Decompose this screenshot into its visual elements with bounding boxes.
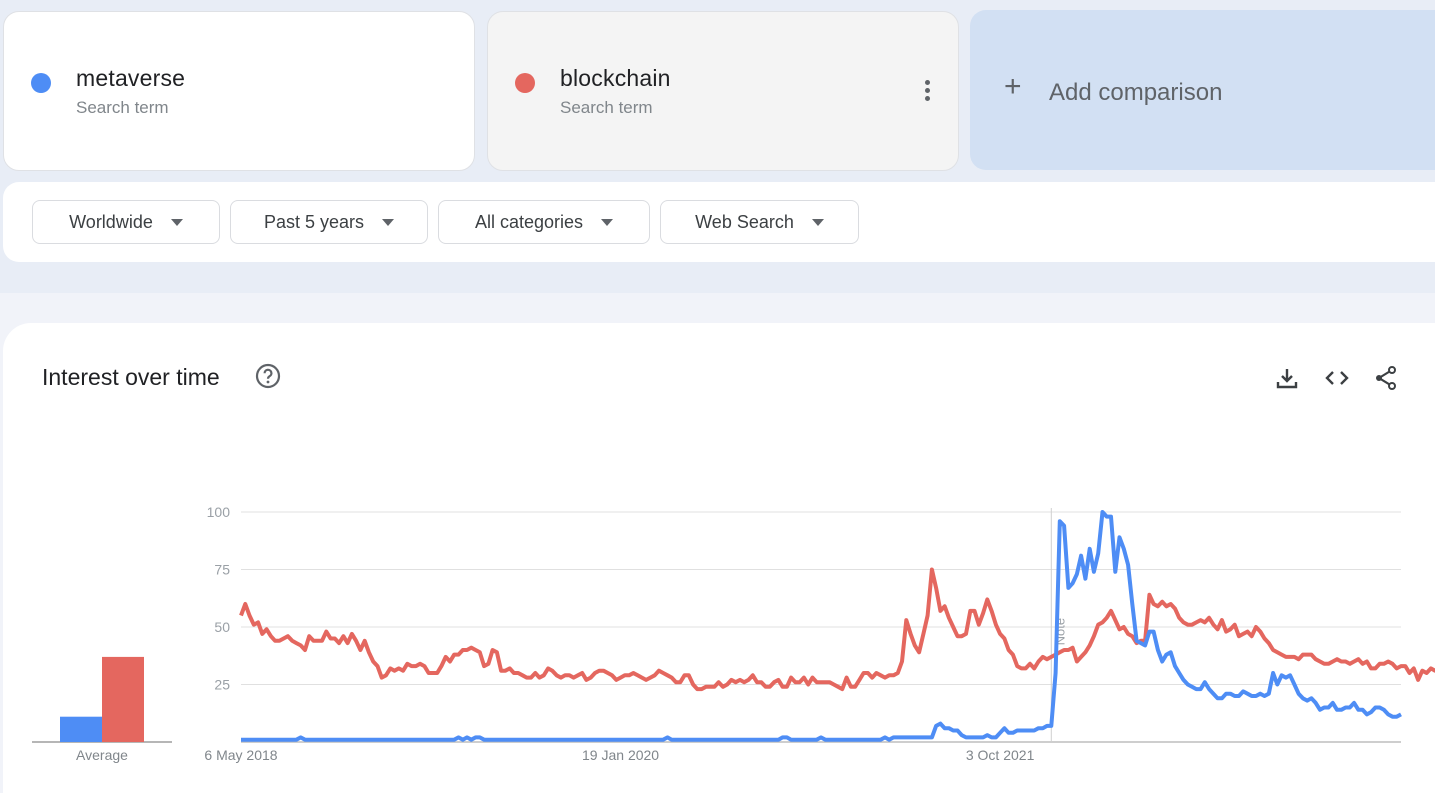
average-label: Average — [76, 747, 128, 763]
filter-label: Worldwide — [69, 211, 153, 232]
x-tick-label: 6 May 2018 — [204, 747, 277, 763]
help-icon[interactable] — [255, 363, 281, 389]
average-bar-blockchain[interactable] — [102, 656, 144, 742]
term-card-metaverse[interactable]: metaverse Search term — [3, 11, 475, 171]
interest-chart: Average 255075100Note 6 May 2018 19 Jan 2… — [32, 504, 1435, 763]
chart-series — [239, 510, 1435, 742]
series-line-metaverse[interactable] — [241, 510, 1402, 742]
x-tick-label: 3 Oct 2021 — [966, 747, 1035, 763]
filter-region[interactable]: Worldwide — [32, 200, 220, 244]
filter-label: Web Search — [695, 211, 794, 232]
filter-label: All categories — [474, 211, 584, 232]
share-icon[interactable] — [1373, 365, 1399, 391]
term-subtitle: Search term — [76, 98, 169, 117]
y-tick-label: 25 — [214, 677, 230, 693]
add-comparison-button[interactable]: + Add comparison — [970, 10, 1435, 170]
caret-down-icon — [170, 218, 183, 226]
filter-category[interactable]: All categories — [438, 200, 650, 244]
term-card-blockchain[interactable]: blockchain Search term — [487, 11, 959, 171]
y-tick-label: 50 — [214, 619, 230, 635]
y-tick-label: 75 — [214, 562, 230, 578]
filter-search-type[interactable]: Web Search — [660, 200, 859, 244]
card-title: Interest over time — [42, 364, 220, 390]
series-color-dot — [515, 73, 535, 93]
more-options-icon[interactable] — [924, 80, 930, 104]
y-tick-label: 100 — [207, 504, 231, 520]
plus-icon: + — [1004, 70, 1022, 103]
average-bar-chart: Average — [32, 656, 172, 763]
caret-down-icon — [382, 218, 395, 226]
term-name[interactable]: metaverse — [76, 65, 185, 92]
term-subtitle: Search term — [560, 98, 653, 117]
add-comparison-label: Add comparison — [1049, 79, 1223, 106]
chart-labels: 6 May 2018 19 Jan 2020 3 Oct 2021 — [204, 747, 1034, 763]
filter-label: Past 5 years — [263, 211, 365, 232]
series-color-dot — [31, 73, 51, 93]
download-icon[interactable] — [1274, 365, 1300, 391]
x-tick-label: 19 Jan 2020 — [582, 747, 659, 763]
filter-bar: Worldwide Past 5 years All categories We… — [3, 182, 1435, 262]
average-bar-metaverse[interactable] — [60, 716, 102, 742]
filter-time-range[interactable]: Past 5 years — [230, 200, 428, 244]
caret-down-icon — [601, 218, 614, 226]
embed-code-icon[interactable] — [1324, 365, 1350, 391]
term-name[interactable]: blockchain — [560, 65, 671, 92]
series-line-blockchain[interactable] — [239, 567, 1435, 692]
caret-down-icon — [811, 218, 824, 226]
